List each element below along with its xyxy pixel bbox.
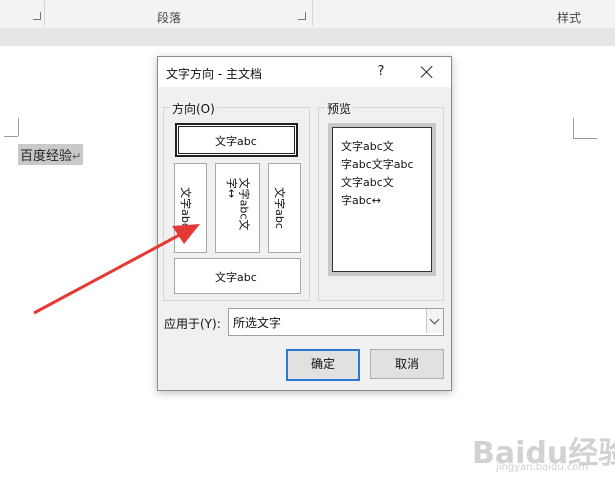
watermark-url: jingyan.baidu.com [496, 462, 589, 473]
annotation-arrow [33, 224, 200, 315]
arrow-head [172, 224, 200, 244]
arrow-shaft [33, 230, 186, 315]
